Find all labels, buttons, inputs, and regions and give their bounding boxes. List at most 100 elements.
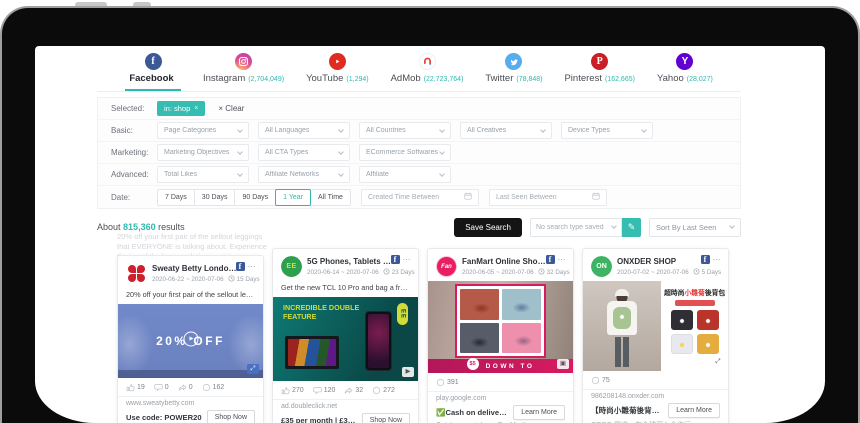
sort-dropdown-label: Sort By Last Seen [656, 223, 716, 232]
calendar-icon [592, 192, 600, 202]
advertiser-name[interactable]: 5G Phones, Tablets & SIMs | ... [307, 257, 393, 266]
filter-dropdown-label: Affiliate [366, 171, 389, 178]
tab-name: YouTube [306, 73, 343, 84]
ad-duration: 32 Days [538, 268, 570, 277]
ad-creative-image[interactable]: Incredible Double FeatureEE▶ [273, 297, 418, 381]
date-label: Date: [111, 193, 157, 202]
filter-dropdown-label: ECommerce Softwares [366, 149, 438, 156]
ad-body-text: 20% off your first pair of the sellout l… [118, 288, 263, 304]
save-search-button[interactable]: Save Search [454, 218, 522, 237]
date-range-button[interactable]: 1 Year [275, 189, 311, 206]
advertiser-name[interactable]: Sweaty Betty London | Wom... [152, 264, 238, 273]
ad-stat: 391 [436, 378, 459, 387]
filter-dropdown-label: Affiliate Networks [265, 171, 319, 178]
ad-creative-image[interactable]: 超時尚小雛菊後背包⤢ [583, 281, 728, 371]
reach-icon [372, 386, 381, 395]
advertiser-name[interactable]: ONXDER SHOP [617, 257, 703, 266]
date-input[interactable]: Last Seen Between [489, 189, 607, 206]
tab-count: (1,294) [346, 76, 368, 83]
filter-dropdown[interactable]: All CTA Types [258, 144, 350, 161]
ad-stats-row: 1900162 [118, 378, 263, 396]
ad-date-range: 2020-06-14 ~ 2020-07-06 [307, 269, 379, 276]
advertiser-name[interactable]: FanMart Online Shopping - F... [462, 257, 548, 266]
video-icon[interactable]: ▶ [402, 367, 414, 377]
price-badge: $5 [467, 358, 479, 370]
more-menu-icon[interactable]: ⋯ [713, 257, 722, 263]
fanmart-logo: Fan [436, 256, 457, 277]
clock-icon [383, 268, 390, 277]
filter-dropdown[interactable]: All Languages [258, 122, 350, 139]
ad-duration: 15 Days [228, 275, 260, 284]
play-icon[interactable] [183, 331, 198, 346]
filter-dropdown[interactable]: Device Types [561, 122, 653, 139]
filter-dropdown[interactable]: Marketing Objectives [157, 144, 249, 161]
chevron-down-icon [439, 171, 445, 177]
expand-icon[interactable]: ⤢ [712, 357, 724, 367]
tab-facebook[interactable]: fFacebook [125, 46, 181, 91]
tab-yahoo[interactable]: YYahoo(28,027) [657, 46, 713, 91]
filter-dropdown-label: All Countries [366, 127, 406, 134]
filter-dropdown[interactable]: Total Likes [157, 166, 249, 183]
filter-row: Marketing:Marketing ObjectivesAll CTA Ty… [98, 142, 740, 164]
filter-dropdown[interactable]: ECommerce Softwares [359, 144, 451, 161]
chevron-down-icon [237, 127, 243, 133]
faded-ad-text-line: 20% off your first pair of the sellout l… [117, 232, 267, 242]
app-screen: fFacebook Instagram(2,704,049) YouTube(1,2… [35, 46, 825, 423]
clock-icon [538, 268, 545, 277]
saved-search-dropdown[interactable]: No search type saved [530, 218, 622, 237]
more-menu-icon[interactable]: ⋯ [248, 264, 257, 270]
chevron-down-icon [237, 149, 243, 155]
clear-filters-button[interactable]: × Clear [218, 104, 244, 113]
comment-icon [313, 386, 322, 395]
more-menu-icon[interactable]: ⋯ [403, 257, 412, 263]
tab-pinterest[interactable]: PPinterest(162,665) [564, 46, 634, 91]
edit-saved-search-button[interactable]: ✎ [622, 218, 641, 237]
tab-twitter[interactable]: Twitter(78,848) [485, 46, 542, 91]
date-range-button[interactable]: All Time [310, 189, 351, 206]
filter-dropdown-label: All Languages [265, 127, 309, 134]
filter-dropdown-label: Page Categories [164, 127, 216, 134]
selected-tag[interactable]: in: shop× [157, 101, 205, 116]
tab-label: Yahoo(28,027) [657, 73, 713, 84]
filter-dropdown[interactable]: All Countries [359, 122, 451, 139]
filter-dropdown[interactable]: Affiliate [359, 166, 451, 183]
filter-dropdown-label: Total Likes [164, 171, 197, 178]
filter-dropdown[interactable]: Page Categories [157, 122, 249, 139]
ad-cta-button[interactable]: Learn More [668, 403, 720, 418]
tab-instagram[interactable]: Instagram(2,704,049) [203, 46, 284, 91]
ad-stat-value: 32 [355, 387, 363, 394]
filter-dropdown[interactable]: All Creatives [460, 122, 552, 139]
photo-icon[interactable]: ▣ [557, 359, 569, 369]
ad-cta-button[interactable]: Shop Now [362, 413, 410, 423]
tab-admob[interactable]: AdMob(22,723,764) [391, 46, 464, 91]
ad-cta-button[interactable]: Shop Now [207, 410, 255, 423]
date-input[interactable]: Created Time Between [361, 189, 479, 206]
ad-body-text: Get the new TCL 10 Pro and bag a free TC… [273, 281, 418, 297]
ad-headline: 【時尚小雛菊後背包】小雛菊刺... [591, 405, 663, 416]
filter-dropdown-label: Device Types [568, 127, 610, 134]
filter-dropdown-label: Marketing Objectives [164, 149, 229, 156]
tv-graphic [285, 336, 339, 369]
more-menu-icon[interactable]: ⋯ [558, 257, 567, 263]
date-range-button[interactable]: 90 Days [234, 189, 276, 206]
ad-stat-value: 120 [324, 387, 336, 394]
tab-label: Twitter(78,848) [485, 73, 542, 84]
ad-cta-button[interactable]: Learn More [513, 405, 565, 420]
ad-stat-value: 162 [213, 384, 225, 391]
like-icon [126, 383, 135, 392]
date-range-buttons: 7 Days30 Days90 Days1 YearAll Time [157, 189, 351, 206]
ad-creative-image[interactable]: 20% OFF⤢ [118, 304, 263, 378]
ad-creative-image[interactable]: $5DOWN TO▣ [428, 281, 573, 373]
filter-dropdown[interactable]: Affiliate Networks [258, 166, 350, 183]
remove-tag-icon[interactable]: × [194, 105, 198, 112]
date-range-button[interactable]: 30 Days [194, 189, 236, 206]
ad-stat: 0 [178, 383, 193, 392]
ad-stat: 270 [281, 386, 304, 395]
ad-stat-value: 391 [447, 379, 459, 386]
expand-icon[interactable]: ⤢ [247, 364, 259, 374]
sort-dropdown[interactable]: Sort By Last Seen [649, 218, 741, 237]
selected-filter-row: Selected:in: shop×× Clear [98, 98, 740, 120]
tab-youtube[interactable]: YouTube(1,294) [306, 46, 369, 91]
facebook-badge-icon: f [391, 255, 400, 264]
date-range-button[interactable]: 7 Days [157, 189, 195, 206]
